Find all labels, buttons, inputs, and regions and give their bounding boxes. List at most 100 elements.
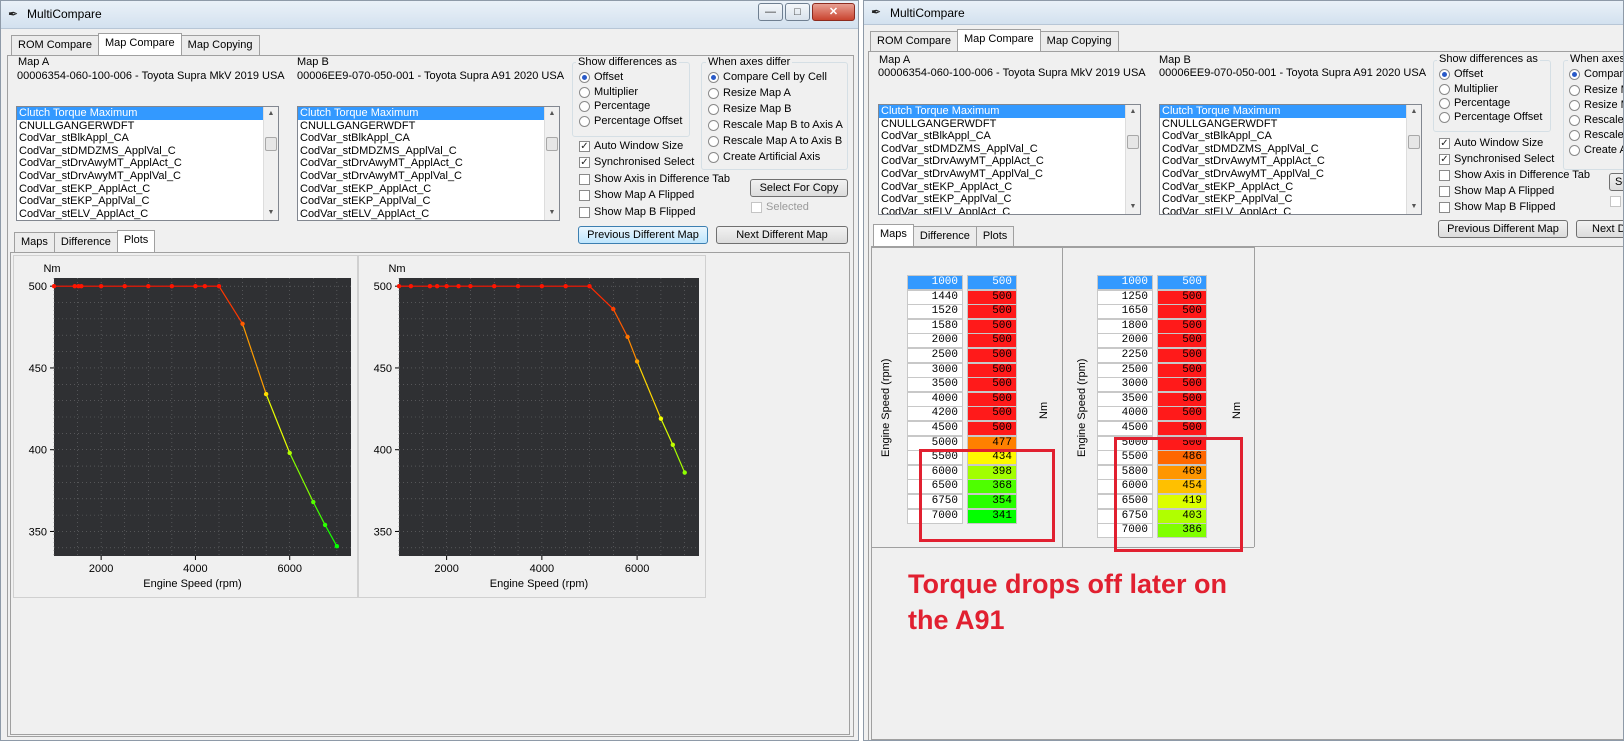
checkbox-show-axis[interactable]: Show Axis in Difference Tab <box>1438 169 1590 181</box>
scroll-up-icon[interactable]: ▲ <box>545 107 559 121</box>
axis-cell[interactable]: 4500 <box>907 421 963 436</box>
axis-cell[interactable]: 1250 <box>1097 289 1153 305</box>
value-cell[interactable]: 500 <box>967 406 1017 422</box>
axis-cell[interactable]: 3500 <box>1097 391 1153 407</box>
radio-resize-map-a[interactable]: Resize M <box>1568 84 1623 96</box>
list-item[interactable]: CodVar_stBlkAppl_CA <box>1160 130 1421 143</box>
tab-map-copying[interactable]: Map Copying <box>1039 31 1119 51</box>
list-item[interactable]: CodVar_stDrvAwyMT_ApplVal_C <box>879 168 1140 181</box>
list-item[interactable]: CodVar_stBlkAppl_CA <box>298 132 559 145</box>
list-item[interactable]: CodVar_stBlkAppl_CA <box>879 130 1140 143</box>
checkbox-show-axis[interactable]: Show Axis in Difference Tab <box>578 173 730 185</box>
radio-offset[interactable]: Offset <box>578 71 623 83</box>
list-item[interactable]: CNULLGANGERWDFT <box>298 120 559 133</box>
checkbox-synchronised-select[interactable]: ✓ Synchronised Select <box>578 156 694 168</box>
list-item[interactable]: CodVar_stEKP_ApplVal_C <box>298 195 559 208</box>
radio-resize-map-b[interactable]: Resize Map B <box>707 103 791 115</box>
value-cell[interactable]: 500 <box>967 348 1017 363</box>
list-item[interactable]: CodVar_stDrvAwyMT_ApplVal_C <box>17 170 278 183</box>
value-cell[interactable]: 500 <box>1157 348 1207 363</box>
map-a-list[interactable]: Clutch Torque Maximum CNULLGANGERWDFT Co… <box>16 106 279 221</box>
list-item[interactable]: CodVar_stELV_ApplAct_C <box>1160 206 1421 214</box>
list-item[interactable]: CodVar_stDMDZMS_ApplVal_C <box>298 145 559 158</box>
axis-cell[interactable]: 3000 <box>907 362 963 378</box>
axis-cell[interactable]: 2500 <box>907 348 963 363</box>
tab-map-copying[interactable]: Map Copying <box>180 35 260 55</box>
list-item[interactable]: CodVar_stEKP_ApplVal_C <box>879 193 1140 206</box>
map-b-list[interactable]: Clutch Torque Maximum CNULLGANGERWDFT Co… <box>1159 104 1422 215</box>
map-a-list[interactable]: Clutch Torque Maximum CNULLGANGERWDFT Co… <box>878 104 1141 215</box>
tab-rom-compare[interactable]: ROM Compare <box>11 35 99 55</box>
list-item[interactable]: CodVar_stDrvAwyMT_ApplAct_C <box>879 155 1140 168</box>
value-cell[interactable]: 500 <box>967 362 1017 378</box>
list-item[interactable]: CodVar_stEKP_ApplAct_C <box>17 183 278 196</box>
value-cell[interactable]: 500 <box>1157 421 1207 436</box>
axis-cell[interactable]: 1580 <box>907 318 963 334</box>
axis-cell[interactable]: 2000 <box>1097 333 1153 349</box>
axis-cell[interactable]: 1520 <box>907 304 963 320</box>
checkbox-auto-window-size[interactable]: ✓ Auto Window Size <box>1438 137 1543 149</box>
list-item[interactable]: CodVar_stELV_ApplAct_C <box>298 208 559 220</box>
value-cell[interactable]: 500 <box>967 333 1017 349</box>
checkbox-map-a-flipped[interactable]: Show Map A Flipped <box>1438 185 1554 197</box>
value-cell[interactable]: 500 <box>1157 333 1207 349</box>
radio-rescale-b-to-a[interactable]: Rescale Map B to Axis A <box>707 119 843 131</box>
list-item[interactable]: CodVar_stELV_ApplAct_C <box>17 208 278 220</box>
scroll-down-icon[interactable]: ▼ <box>1126 200 1140 214</box>
value-cell[interactable]: 500 <box>1157 275 1207 290</box>
checkbox-synchronised-select[interactable]: ✓ Synchronised Select <box>1438 153 1554 165</box>
scroll-thumb[interactable] <box>1127 135 1139 149</box>
select-for-copy-button[interactable]: Se <box>1609 173 1623 191</box>
close-button[interactable]: ✕ <box>812 3 855 21</box>
radio-resize-map-a[interactable]: Resize Map A <box>707 87 791 99</box>
value-cell[interactable]: 500 <box>1157 362 1207 378</box>
value-cell[interactable]: 500 <box>1157 406 1207 422</box>
checkbox-map-b-flipped[interactable]: Show Map B Flipped <box>1438 201 1556 213</box>
previous-different-map-button[interactable]: Previous Different Map <box>1438 220 1568 238</box>
list-item[interactable]: CodVar_stDMDZMS_ApplVal_C <box>1160 143 1421 156</box>
scrollbar[interactable]: ▲ ▼ <box>544 107 559 220</box>
subtab-maps[interactable]: Maps <box>873 224 914 246</box>
scrollbar[interactable]: ▲ ▼ <box>263 107 278 220</box>
axis-cell[interactable]: 4200 <box>907 406 963 422</box>
list-item[interactable]: CodVar_stEKP_ApplAct_C <box>1160 181 1421 194</box>
subtab-plots[interactable]: Plots <box>116 230 156 252</box>
tab-map-compare[interactable]: Map Compare <box>97 33 182 55</box>
scrollbar[interactable]: ▲ ▼ <box>1125 105 1140 214</box>
value-cell[interactable]: 500 <box>967 391 1017 407</box>
axis-cell[interactable]: 3500 <box>907 377 963 393</box>
scroll-down-icon[interactable]: ▼ <box>264 206 278 220</box>
radio-create-artificial-axis[interactable]: Create Artificial Axis <box>707 151 820 163</box>
radio-create-artificial-axis[interactable]: Create A <box>1568 144 1623 156</box>
scroll-thumb[interactable] <box>1408 135 1420 149</box>
axis-cell[interactable]: 4000 <box>1097 406 1153 422</box>
value-cell[interactable]: 500 <box>967 275 1017 290</box>
scroll-down-icon[interactable]: ▼ <box>1407 200 1421 214</box>
list-item[interactable]: CodVar_stEKP_ApplAct_C <box>298 183 559 196</box>
tab-map-compare[interactable]: Map Compare <box>956 29 1041 51</box>
list-item[interactable]: Clutch Torque Maximum <box>879 105 1140 118</box>
axis-cell[interactable]: 1800 <box>1097 318 1153 334</box>
scroll-up-icon[interactable]: ▲ <box>264 107 278 121</box>
map-b-list[interactable]: Clutch Torque Maximum CNULLGANGERWDFT Co… <box>297 106 560 221</box>
radio-percentage[interactable]: Percentage <box>1438 97 1510 109</box>
checkbox-map-a-flipped[interactable]: Show Map A Flipped <box>578 189 694 201</box>
subtab-difference[interactable]: Difference <box>53 232 118 252</box>
select-for-copy-button[interactable]: Select For Copy <box>750 179 848 197</box>
value-cell[interactable]: 500 <box>967 377 1017 393</box>
checkbox-selected[interactable]: Selected <box>750 201 809 213</box>
value-cell[interactable]: 500 <box>1157 318 1207 334</box>
value-cell[interactable]: 500 <box>1157 289 1207 305</box>
axis-cell[interactable]: 2250 <box>1097 348 1153 363</box>
list-item[interactable]: CodVar_stDrvAwyMT_ApplVal_C <box>298 170 559 183</box>
value-cell[interactable]: 500 <box>967 304 1017 320</box>
subtab-difference[interactable]: Difference <box>912 226 977 246</box>
radio-rescale-b-to-a[interactable]: Rescale N <box>1568 114 1623 126</box>
axis-cell[interactable]: 2000 <box>907 333 963 349</box>
list-item[interactable]: CodVar_stDMDZMS_ApplVal_C <box>879 143 1140 156</box>
list-item[interactable]: CodVar_stEKP_ApplVal_C <box>1160 193 1421 206</box>
radio-rescale-a-to-b[interactable]: Rescale N <box>1568 129 1623 141</box>
axis-cell[interactable]: 1650 <box>1097 304 1153 320</box>
list-item[interactable]: CodVar_stDrvAwyMT_ApplVal_C <box>1160 168 1421 181</box>
scroll-up-icon[interactable]: ▲ <box>1126 105 1140 119</box>
